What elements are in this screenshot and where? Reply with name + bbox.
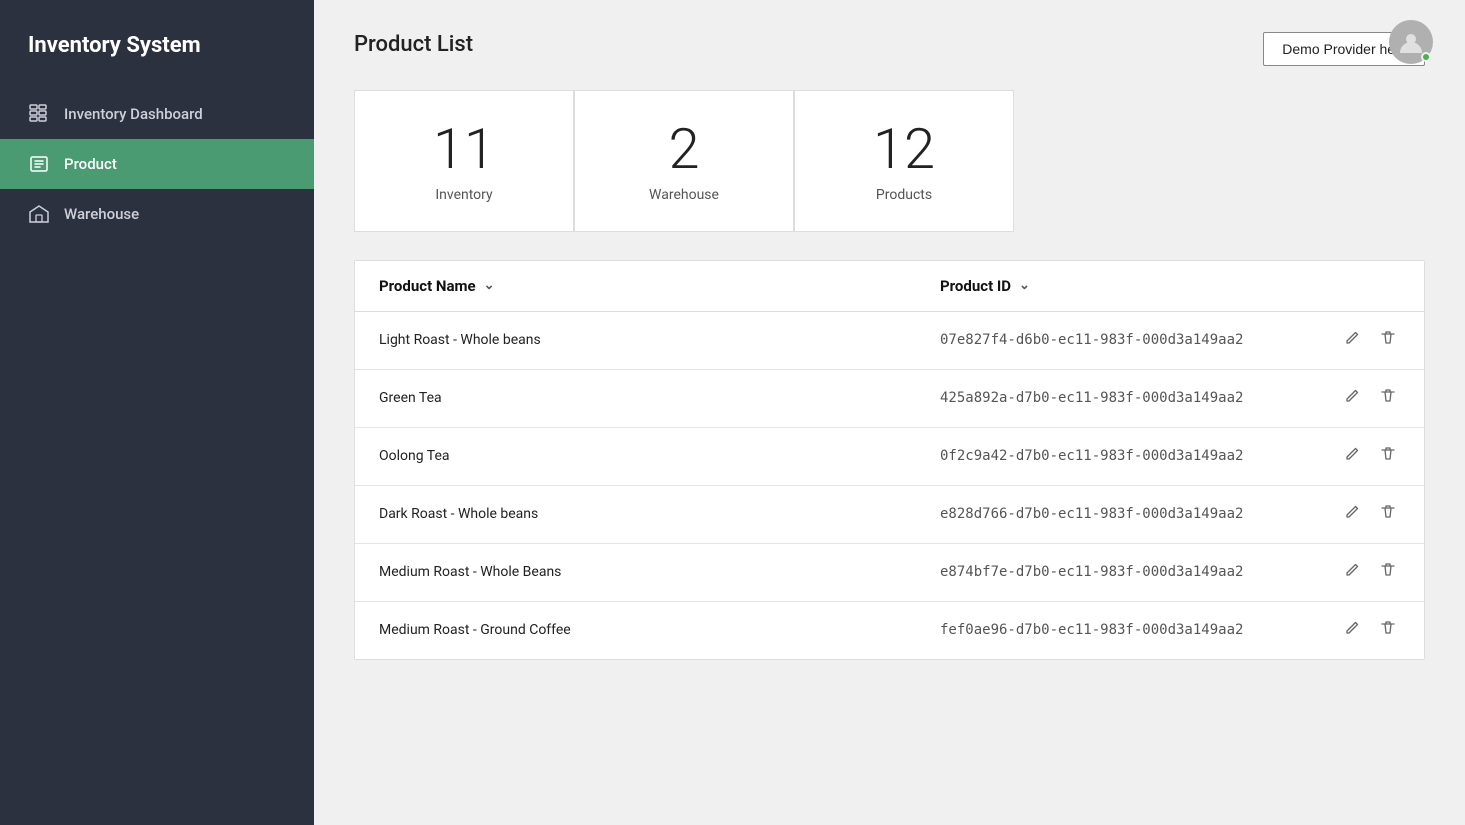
product-table: Product Name ⌄ Product ID ⌄ Light Roast … <box>354 260 1425 660</box>
edit-button[interactable] <box>1340 328 1364 353</box>
stat-card-inventory: 11 Inventory <box>354 90 574 232</box>
row-actions <box>1320 444 1400 469</box>
delete-button[interactable] <box>1376 560 1400 585</box>
product-icon <box>28 153 50 175</box>
table-row: Green Tea 425a892a-d7b0-ec11-983f-000d3a… <box>355 370 1424 428</box>
sidebar-item-label: Warehouse <box>64 205 139 223</box>
inventory-label: Inventory <box>435 187 492 203</box>
online-indicator <box>1421 52 1431 62</box>
table-row: Medium Roast - Ground Coffee fef0ae96-d7… <box>355 602 1424 659</box>
table-body: Light Roast - Whole beans 07e827f4-d6b0-… <box>355 312 1424 659</box>
col-header-name[interactable]: Product Name ⌄ <box>379 277 940 295</box>
product-name: Green Tea <box>379 390 940 406</box>
edit-button[interactable] <box>1340 560 1364 585</box>
avatar[interactable] <box>1389 20 1433 64</box>
product-id: 425a892a-d7b0-ec11-983f-000d3a149aa2 <box>940 390 1320 406</box>
product-id: 0f2c9a42-d7b0-ec11-983f-000d3a149aa2 <box>940 448 1320 464</box>
app-title: Inventory System <box>0 0 314 89</box>
table-row: Medium Roast - Whole Beans e874bf7e-d7b0… <box>355 544 1424 602</box>
row-actions <box>1320 328 1400 353</box>
sort-id-icon: ⌄ <box>1019 278 1030 293</box>
row-actions <box>1320 502 1400 527</box>
products-count: 12 <box>873 119 935 181</box>
stat-cards: 11 Inventory 2 Warehouse 12 Products <box>354 90 1425 232</box>
edit-button[interactable] <box>1340 386 1364 411</box>
product-name: Medium Roast - Whole Beans <box>379 564 940 580</box>
product-name: Light Roast - Whole beans <box>379 332 940 348</box>
products-label: Products <box>876 187 932 203</box>
product-id: e828d766-d7b0-ec11-983f-000d3a149aa2 <box>940 506 1320 522</box>
product-name: Medium Roast - Ground Coffee <box>379 622 940 638</box>
edit-button[interactable] <box>1340 502 1364 527</box>
edit-button[interactable] <box>1340 618 1364 643</box>
row-actions <box>1320 618 1400 643</box>
table-header: Product Name ⌄ Product ID ⌄ <box>355 261 1424 312</box>
sidebar-nav: Inventory Dashboard Product Warehouse <box>0 89 314 239</box>
delete-button[interactable] <box>1376 328 1400 353</box>
edit-button[interactable] <box>1340 444 1364 469</box>
warehouse-count: 2 <box>668 119 699 181</box>
product-id: 07e827f4-d6b0-ec11-983f-000d3a149aa2 <box>940 332 1320 348</box>
warehouse-label: Warehouse <box>649 187 719 203</box>
product-id: e874bf7e-d7b0-ec11-983f-000d3a149aa2 <box>940 564 1320 580</box>
sidebar-item-inventory-dashboard[interactable]: Inventory Dashboard <box>0 89 314 139</box>
col-header-id[interactable]: Product ID ⌄ <box>940 277 1320 295</box>
warehouse-icon <box>28 203 50 225</box>
page-title: Product List <box>354 32 473 57</box>
delete-button[interactable] <box>1376 618 1400 643</box>
row-actions <box>1320 386 1400 411</box>
sidebar: Inventory System Inventory Dashboard <box>0 0 314 825</box>
stat-card-warehouse: 2 Warehouse <box>574 90 794 232</box>
avatar-wrap <box>1389 20 1433 64</box>
sidebar-item-label: Inventory Dashboard <box>64 105 203 123</box>
dashboard-icon <box>28 103 50 125</box>
delete-button[interactable] <box>1376 502 1400 527</box>
table-row: Dark Roast - Whole beans e828d766-d7b0-e… <box>355 486 1424 544</box>
main-header: Product List Demo Provider help <box>354 32 1425 66</box>
table-row: Light Roast - Whole beans 07e827f4-d6b0-… <box>355 312 1424 370</box>
main-content: Product List Demo Provider help 11 Inven… <box>314 0 1465 825</box>
sidebar-item-warehouse[interactable]: Warehouse <box>0 189 314 239</box>
sidebar-item-label: Product <box>64 155 117 173</box>
delete-button[interactable] <box>1376 444 1400 469</box>
stat-card-products: 12 Products <box>794 90 1014 232</box>
sidebar-item-product[interactable]: Product <box>0 139 314 189</box>
product-name: Dark Roast - Whole beans <box>379 506 940 522</box>
inventory-count: 11 <box>433 119 495 181</box>
row-actions <box>1320 560 1400 585</box>
delete-button[interactable] <box>1376 386 1400 411</box>
sort-name-icon: ⌄ <box>484 278 495 293</box>
product-name: Oolong Tea <box>379 448 940 464</box>
product-id: fef0ae96-d7b0-ec11-983f-000d3a149aa2 <box>940 622 1320 638</box>
table-row: Oolong Tea 0f2c9a42-d7b0-ec11-983f-000d3… <box>355 428 1424 486</box>
